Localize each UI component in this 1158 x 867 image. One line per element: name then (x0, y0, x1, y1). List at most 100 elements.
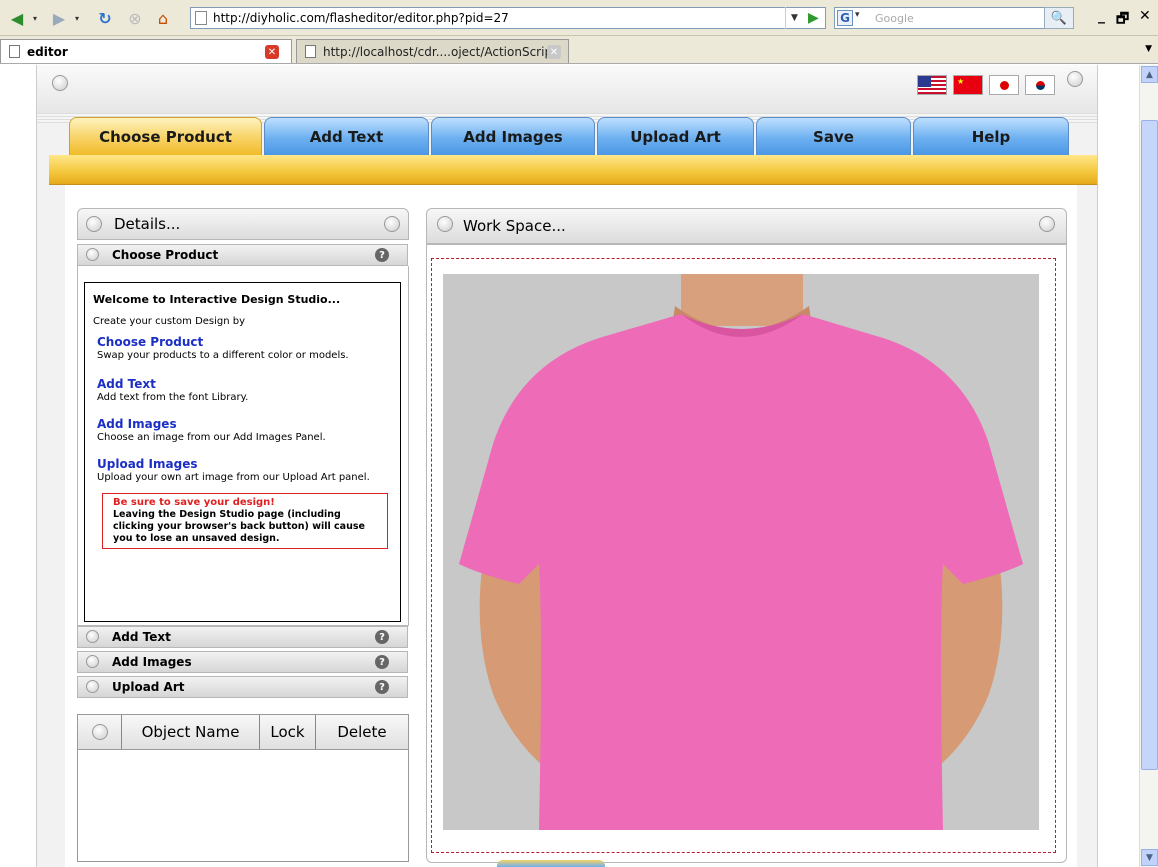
japan-flag-icon[interactable] (989, 75, 1019, 95)
column-lock: Lock (260, 715, 316, 749)
column-object-name: Object Name (122, 715, 260, 749)
restore-icon[interactable]: 🗗 (1116, 8, 1129, 32)
help-icon[interactable]: ? (375, 630, 389, 644)
search-button[interactable]: 🔍 (1044, 7, 1074, 29)
workspace-header: Work Space... (426, 208, 1067, 244)
browser-toolbar: ◀ ▾ ▶ ▾ ↻ ⊗ ⌂ http://diyholic.com/flashe… (0, 0, 1158, 36)
welcome-heading: Welcome to Interactive Design Studio... (93, 293, 341, 306)
object-list[interactable] (77, 750, 409, 862)
details-panel-header: Details... (77, 208, 409, 240)
us-flag-icon[interactable] (917, 75, 947, 95)
scroll-up-icon[interactable]: ▲ (1141, 66, 1158, 83)
go-icon[interactable]: ▶ (808, 10, 819, 26)
section-label: Add Images (112, 655, 192, 669)
tab-add-images[interactable]: Add Images (431, 117, 595, 155)
section-choose-product[interactable]: Choose Product ? (77, 244, 408, 266)
tab-choose-product[interactable]: Choose Product (69, 117, 262, 155)
search-placeholder: Google (875, 11, 914, 25)
section-bullet-icon (86, 630, 99, 643)
tab-list-dropdown-icon[interactable]: ▼ (1145, 44, 1152, 54)
address-bar[interactable]: http://diyholic.com/flasheditor/editor.p… (190, 7, 826, 29)
browser-tab-editor[interactable]: editor ✕ (0, 39, 292, 63)
section-label: Upload Art (112, 680, 185, 694)
tab-upload-art[interactable]: Upload Art (597, 117, 754, 155)
tab-add-text[interactable]: Add Text (264, 117, 429, 155)
neck-skin (681, 274, 803, 326)
forward-dropdown-icon[interactable]: ▾ (72, 8, 82, 28)
product-image[interactable] (443, 274, 1039, 830)
page-scrollbar[interactable]: ▲ ▼ (1139, 65, 1158, 867)
details-title: Details... (114, 215, 181, 233)
desc-choose-product: Swap your products to a different color … (97, 350, 349, 361)
tshirt (459, 314, 1023, 830)
tab-label: editor (27, 44, 68, 59)
tshirt-model-illustration (459, 274, 1023, 830)
corner-knob-icon (1067, 71, 1083, 87)
object-table-header: Object Name Lock Delete (77, 714, 409, 750)
link-add-images[interactable]: Add Images (93, 417, 392, 431)
browser-tab-bar: editor ✕ http://localhost/cdr....oject/A… (0, 36, 1158, 64)
panel-knob-icon (91, 724, 108, 740)
help-icon[interactable]: ? (375, 680, 389, 694)
desc-add-text: Add text from the font Library. (97, 392, 249, 403)
page-icon (9, 45, 20, 58)
stop-icon[interactable]: ⊗ (124, 8, 146, 28)
nav-gold-bar (49, 155, 1097, 185)
corner-knob-icon (52, 75, 68, 91)
language-flags: ★ (917, 75, 1055, 95)
panel-knob-icon (437, 216, 453, 232)
korea-flag-icon[interactable] (1025, 75, 1055, 95)
section-bullet-icon (86, 248, 99, 261)
bottom-toolbar-peek (497, 860, 605, 867)
section-bullet-icon (86, 655, 99, 668)
welcome-box: Welcome to Interactive Design Studio... … (84, 282, 401, 622)
back-dropdown-icon[interactable]: ▾ (30, 8, 40, 28)
section-upload-art[interactable]: Upload Art ? (77, 676, 408, 698)
section-label: Add Text (112, 630, 171, 644)
forward-arrow-icon[interactable]: ▶ (48, 8, 70, 28)
link-upload-images[interactable]: Upload Images (93, 457, 392, 471)
close-tab-icon[interactable]: ✕ (265, 45, 279, 59)
column-delete: Delete (337, 723, 387, 741)
search-engine-dropdown-icon[interactable]: ▾ (855, 10, 860, 20)
panel-knob-icon (1039, 216, 1055, 232)
back-arrow-icon[interactable]: ◀ (6, 8, 28, 28)
search-field[interactable]: G ▾ Google (834, 7, 1074, 29)
header-cell-bullet (78, 715, 122, 749)
home-icon[interactable]: ⌂ (152, 8, 174, 28)
close-window-icon[interactable]: ✕ (1139, 8, 1151, 24)
section-bullet-icon (86, 680, 99, 693)
workspace-title: Work Space... (463, 217, 566, 235)
section-add-text[interactable]: Add Text ? (77, 626, 408, 648)
link-choose-product[interactable]: Choose Product (93, 335, 392, 349)
minimize-icon[interactable]: _ (1098, 8, 1105, 24)
main-nav: Choose Product Add Text Add Images Uploa… (69, 117, 1071, 155)
page-icon (305, 45, 316, 58)
tab-save[interactable]: Save (756, 117, 911, 155)
browser-tab-localhost[interactable]: http://localhost/cdr....oject/ActionScri… (296, 39, 569, 63)
welcome-intro: Create your custom Design by (93, 316, 246, 327)
section-add-images[interactable]: Add Images ? (77, 651, 408, 673)
address-url: http://diyholic.com/flasheditor/editor.p… (213, 11, 509, 25)
save-warning: Be sure to save your design! Leaving the… (102, 493, 388, 549)
google-icon[interactable]: G (837, 10, 853, 26)
tab-label: http://localhost/cdr....oject/ActionScri… (323, 44, 561, 59)
link-add-text[interactable]: Add Text (93, 377, 392, 391)
reload-icon[interactable]: ↻ (94, 8, 116, 28)
desc-upload-images: Upload your own art image from our Uploa… (97, 472, 370, 483)
warning-title: Be sure to save your design! (113, 497, 275, 508)
panel-knob-icon (86, 216, 102, 232)
china-flag-icon[interactable]: ★ (953, 75, 983, 95)
panel-knob-icon (384, 216, 400, 232)
help-icon[interactable]: ? (375, 248, 389, 262)
help-icon[interactable]: ? (375, 655, 389, 669)
scroll-down-icon[interactable]: ▼ (1141, 849, 1158, 866)
close-tab-icon[interactable]: ✕ (547, 45, 561, 59)
warning-text: Leaving the Design Studio page (includin… (113, 509, 365, 544)
scroll-thumb[interactable] (1141, 120, 1158, 770)
section-label: Choose Product (112, 248, 219, 262)
page-icon (195, 11, 207, 25)
tab-help[interactable]: Help (913, 117, 1069, 155)
address-dropdown-icon[interactable]: ▼ (785, 7, 803, 29)
desc-add-images: Choose an image from our Add Images Pane… (97, 432, 326, 443)
